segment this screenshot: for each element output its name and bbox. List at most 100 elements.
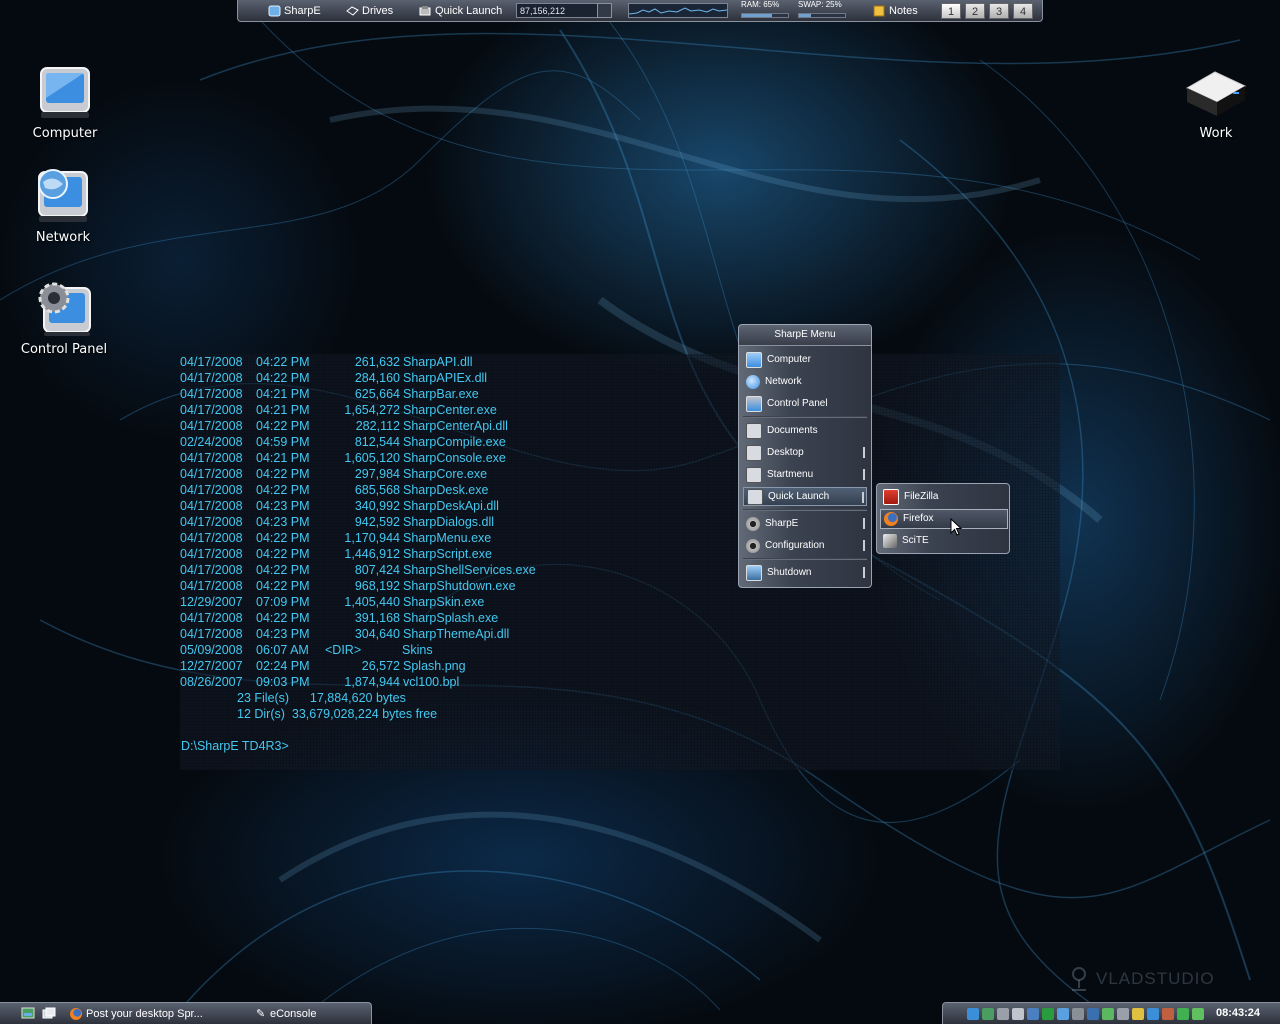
tray-app-icon[interactable] — [1192, 1008, 1204, 1020]
menu-separator — [743, 416, 867, 418]
menu-item-label: Desktop — [767, 447, 804, 458]
file-date: 04/17/2008 — [180, 403, 243, 417]
tray-app-icon[interactable] — [1177, 1008, 1189, 1020]
computer-icon — [40, 67, 90, 118]
workspace-1[interactable]: 1 — [941, 3, 961, 19]
switch-windows-icon[interactable] — [42, 1007, 56, 1020]
sharpe-label: SharpE — [284, 5, 321, 17]
file-name: SharpCenterApi.dll — [403, 419, 508, 433]
tray-app-icon[interactable] — [1012, 1008, 1024, 1020]
tray-app-icon[interactable] — [1147, 1008, 1159, 1020]
econsole-window[interactable]: 04/17/2008 04:22 PM 261,632 SharpAPI.dll 04/… — [180, 354, 1060, 770]
drives-button[interactable]: Drives — [346, 3, 393, 19]
sharpe-icon — [268, 5, 281, 17]
tray-app-icon[interactable] — [1072, 1008, 1084, 1020]
tray-app-icon[interactable] — [967, 1008, 979, 1020]
console-icon: ✎ — [256, 1008, 266, 1020]
menu-item-sharpe[interactable]: SharpE — [743, 514, 867, 533]
menu-item-quick-launch[interactable]: Quick Launch — [743, 487, 867, 506]
workspace-3[interactable]: 3 — [989, 3, 1009, 19]
file-name: SharpConsole.exe — [403, 451, 506, 465]
scite-icon — [883, 534, 897, 548]
file-time: 04:21 PM — [256, 387, 310, 401]
file-size: 968,192 — [354, 579, 400, 593]
console-line: 04/17/2008 04:22 PM 391,168 SharpSplash.exe — [180, 610, 580, 626]
console-line: 04/17/2008 04:22 PM 284,160 SharpAPIEx.dll — [180, 370, 580, 386]
monitor-button[interactable] — [597, 3, 612, 18]
console-line: 04/17/2008 04:22 PM 261,632 SharpAPI.dll — [180, 354, 580, 370]
submenu-item-scite[interactable]: SciTE — [880, 531, 1008, 551]
tray-app-icon[interactable] — [1057, 1008, 1069, 1020]
firefox-icon — [884, 512, 898, 526]
tray-app-icon[interactable] — [1162, 1008, 1174, 1020]
taskbar: Post your desktop Spr... ✎ eConsole — [0, 1002, 372, 1024]
sharpe-button[interactable]: SharpE — [268, 3, 321, 19]
submenu-arrow-icon — [863, 447, 865, 458]
file-time: 04:22 PM — [256, 531, 310, 545]
menu-item-configuration[interactable]: Configuration — [743, 536, 867, 555]
menu-item-label: Shutdown — [767, 567, 812, 578]
tray-app-icon[interactable] — [1027, 1008, 1039, 1020]
menu-item-network[interactable]: Network — [743, 372, 867, 391]
quick-launch-button[interactable]: Quick Launch — [419, 3, 502, 19]
file-size: 1,170,944 — [344, 531, 400, 545]
swap-bar-fill — [799, 14, 811, 17]
file-date: 04/17/2008 — [180, 355, 243, 369]
menu-item-desktop[interactable]: Desktop — [743, 443, 867, 462]
tray-app-icon[interactable] — [1117, 1008, 1129, 1020]
file-time: 04:22 PM — [256, 355, 310, 369]
swap-label: SWAP: 25% — [798, 0, 842, 9]
tray-app-icon[interactable] — [997, 1008, 1009, 1020]
desktop-icon-control-panel[interactable]: Control Panel — [9, 278, 119, 357]
tray-app-icon[interactable] — [1102, 1008, 1114, 1020]
desktop-icon-label: Control Panel — [20, 342, 108, 357]
desktop-icon-label: Work — [1199, 126, 1233, 141]
cpu-graph — [628, 3, 728, 18]
file-time: 04:22 PM — [256, 419, 310, 433]
menu-item-shutdown[interactable]: Shutdown — [743, 563, 867, 582]
folder-icon — [746, 422, 762, 439]
tray-app-icon[interactable] — [982, 1008, 994, 1020]
console-line: 02/24/2008 04:59 PM 812,544 SharpCompile.ex… — [180, 434, 580, 450]
menu-item-startmenu[interactable]: Startmenu — [743, 465, 867, 484]
file-time: 04:22 PM — [256, 371, 310, 385]
desktop-icon-computer[interactable]: Computer — [10, 62, 120, 141]
desktop-icon-network[interactable]: Network — [8, 166, 118, 245]
file-size: <DIR> — [325, 643, 362, 657]
menu-item-documents[interactable]: Documents — [743, 421, 867, 440]
gear-icon — [746, 516, 760, 531]
console-line: 04/17/2008 04:21 PM 625,664 SharpBar.exe — [180, 386, 580, 402]
console-line: 05/09/2008 06:07 AM <DIR> Skins — [180, 642, 580, 658]
tray-app-icon[interactable] — [1087, 1008, 1099, 1020]
menu-item-control-panel[interactable]: Control Panel — [743, 394, 867, 413]
taskbar-task-firefox[interactable]: Post your desktop Spr... — [70, 1006, 203, 1022]
file-date: 12/27/2007 — [180, 659, 243, 673]
desktop-icon-work[interactable]: Work — [1161, 62, 1271, 141]
file-size: 282,112 — [355, 419, 400, 433]
file-name: SharpCenter.exe — [403, 403, 497, 417]
workspace-4[interactable]: 4 — [1013, 3, 1033, 19]
tray-app-icon[interactable] — [1132, 1008, 1144, 1020]
file-name: SharpDialogs.dll — [403, 515, 495, 529]
notes-button[interactable]: Notes — [873, 3, 918, 19]
file-date: 04/17/2008 — [180, 499, 243, 513]
file-date: 04/17/2008 — [180, 531, 243, 545]
file-size: 942,592 — [354, 515, 400, 529]
menu-item-computer[interactable]: Computer — [743, 350, 867, 369]
menu-item-label: SharpE — [765, 518, 799, 529]
tray-app-icon[interactable] — [1042, 1008, 1054, 1020]
workspace-2[interactable]: 2 — [965, 3, 985, 19]
file-name: SharpDesk.exe — [403, 483, 489, 497]
file-time: 06:07 AM — [256, 643, 309, 657]
menu-item-label: Network — [765, 376, 802, 387]
taskbar-task-econsole[interactable]: ✎ eConsole — [256, 1006, 316, 1022]
submenu-arrow-icon — [863, 540, 865, 551]
show-desktop-icon[interactable] — [21, 1007, 35, 1020]
submenu-item-filezilla[interactable]: FileZilla — [880, 487, 1008, 507]
file-date: 02/24/2008 — [180, 435, 243, 449]
menu-separator — [743, 558, 867, 560]
ram-meter: RAM: 65% — [741, 0, 789, 22]
submenu-item-firefox[interactable]: Firefox — [880, 509, 1008, 529]
console-prompt[interactable]: D:\SharpE TD4R3> — [181, 738, 289, 754]
file-date: 04/17/2008 — [180, 387, 243, 401]
